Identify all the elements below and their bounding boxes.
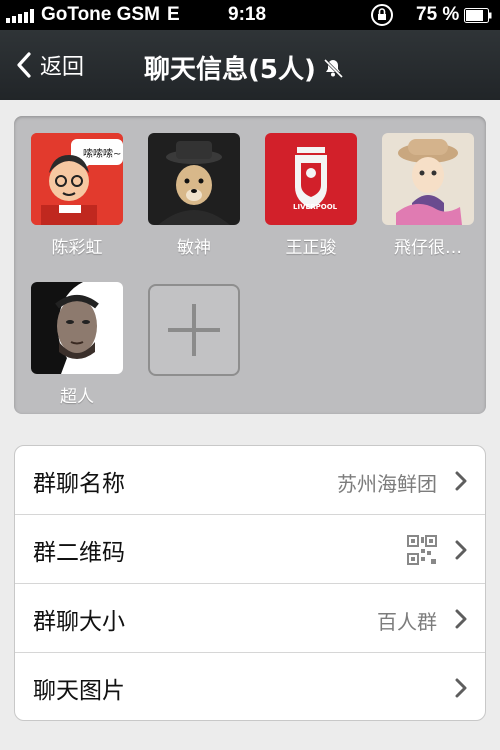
member-item[interactable]: 敏神 — [148, 133, 240, 258]
carrier-name: GoTone GSM — [41, 4, 160, 25]
group-name-row[interactable]: 群聊名称 苏州海鲜团 — [15, 446, 485, 515]
clock: 9:18 — [228, 4, 267, 25]
members-panel: 嗦嗦嗦~ 陈彩虹 敏神 LIVERPOOL 王正骏 飛仔很… 超人 — [14, 116, 486, 414]
member-item[interactable]: 嗦嗦嗦~ 陈彩虹 — [31, 133, 123, 258]
row-label: 群聊大小 — [33, 609, 125, 635]
status-bar: GoTone GSM E 9:18 75 % — [0, 0, 500, 30]
signal-icon — [6, 9, 36, 23]
crest-text: LIVERPOOL — [293, 203, 338, 211]
row-label: 群二维码 — [33, 540, 125, 566]
battery-icon — [464, 8, 492, 23]
row-value: 百人群 — [377, 610, 437, 634]
rotation-lock-icon — [371, 4, 393, 26]
chat-images-row[interactable]: 聊天图片 — [15, 653, 485, 720]
member-item[interactable]: 超人 — [31, 282, 123, 407]
liverpool-crest-avatar: LIVERPOOL — [265, 133, 357, 225]
back-label: 返回 — [40, 55, 85, 80]
member-item[interactable]: LIVERPOOL 王正骏 — [265, 133, 357, 258]
mute-icon — [322, 57, 344, 79]
add-member-button[interactable] — [148, 284, 240, 376]
row-label: 群聊名称 — [33, 471, 125, 497]
back-button[interactable]: 返回 — [14, 48, 84, 82]
back-chevron-icon — [17, 52, 31, 78]
member-name: 陈彩虹 — [51, 238, 103, 258]
battery-percent: 75 % — [416, 4, 460, 25]
page-title: 聊天信息(5人) — [144, 49, 344, 86]
portrait-avatar — [31, 282, 123, 374]
chevron-right-icon — [455, 678, 467, 698]
speech-bubble-text: 嗦嗦嗦~ — [83, 149, 122, 160]
member-name: 飛仔很… — [394, 238, 462, 258]
cartoon-avatar: 嗦嗦嗦~ — [31, 133, 123, 225]
chevron-right-icon — [455, 540, 467, 560]
member-name: 超人 — [60, 387, 94, 407]
group-size-row[interactable]: 群聊大小 百人群 — [15, 584, 485, 653]
member-name: 敏神 — [177, 238, 211, 258]
nav-bar: 返回 聊天信息(5人) — [0, 30, 500, 100]
group-qr-code-row[interactable]: 群二维码 — [15, 515, 485, 584]
title-text: 聊天信息(5人) — [144, 55, 316, 85]
chevron-right-icon — [455, 609, 467, 629]
chevron-right-icon — [455, 471, 467, 491]
settings-list: 群聊名称 苏州海鲜团 群二维码 群聊大小 百人群 聊天图片 — [14, 445, 486, 721]
row-value: 苏州海鲜团 — [337, 472, 437, 496]
network-type: E — [167, 4, 180, 25]
dog-avatar — [148, 133, 240, 225]
row-label: 聊天图片 — [33, 678, 125, 704]
member-item[interactable]: 飛仔很… — [382, 133, 474, 258]
qr-code-icon — [407, 535, 437, 565]
illustrated-girl-avatar — [382, 133, 474, 225]
member-name: 王正骏 — [285, 238, 337, 258]
